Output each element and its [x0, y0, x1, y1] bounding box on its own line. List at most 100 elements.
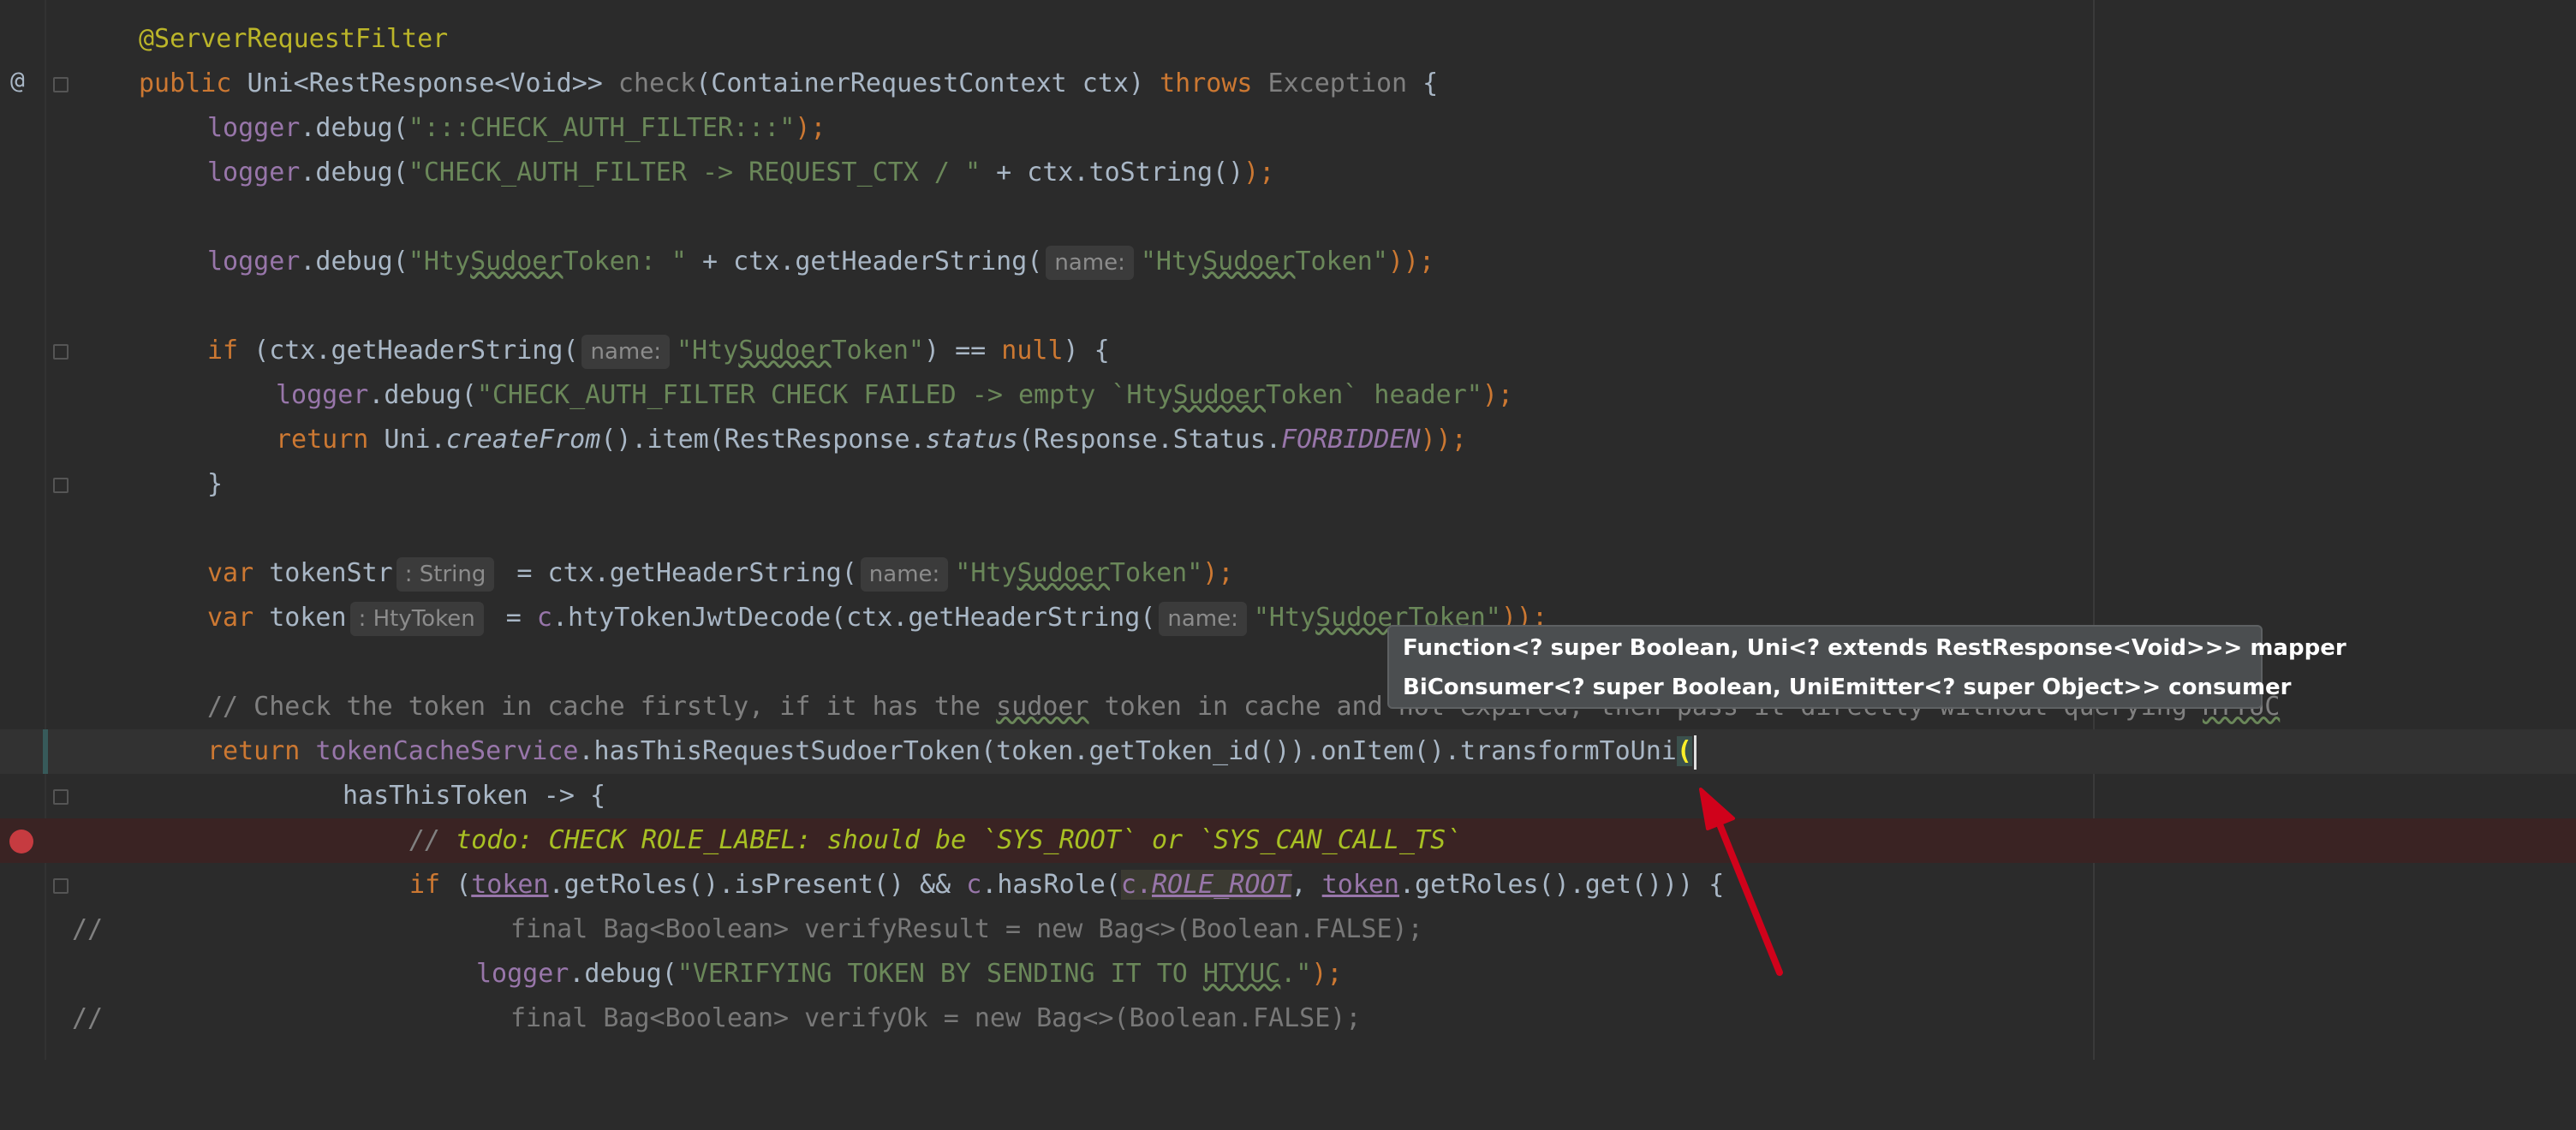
comment-slashes: //: [409, 825, 456, 855]
code-part: ) ==: [923, 336, 1002, 366]
param-hint: name:: [581, 334, 670, 369]
fold-icon[interactable]: [53, 77, 69, 92]
logger-ref: logger: [207, 158, 301, 187]
code-line-1[interactable]: @ServerRequestFilter: [0, 17, 2576, 62]
string-literal: ":::CHECK_AUTH_FILTER:::": [408, 113, 796, 143]
code-part: .htyTokenJwtDecode(ctx.getHeaderString(: [552, 603, 1156, 633]
param-signature-consumer[interactable]: BiConsumer<? super Boolean, UniEmitter<?…: [1389, 669, 2292, 705]
highlighted-ref: c.ROLE_ROOT: [1120, 870, 1291, 900]
fold-icon[interactable]: [53, 344, 69, 360]
code-part: ().item(RestResponse.: [600, 425, 926, 455]
param-hint: name:: [1046, 245, 1134, 280]
code-line-10[interactable]: return Uni.createFrom().item(RestRespons…: [0, 418, 2576, 462]
code-part: (Response.Status.: [1017, 425, 1282, 455]
method-name: check: [617, 68, 696, 98]
logger-ref: logger: [207, 247, 301, 277]
static-method: createFrom: [445, 425, 601, 455]
code-line-19-breakpoint[interactable]: // todo: CHECK ROLE_LABEL: should be `SY…: [0, 818, 2576, 863]
code-part: (: [440, 870, 472, 900]
var-name: tokenStr: [253, 558, 393, 588]
commented-code: final Bag<Boolean> verifyOk = new Bag<>(…: [510, 1003, 1362, 1033]
fold-icon[interactable]: [53, 878, 69, 894]
fold-icon[interactable]: [53, 478, 69, 493]
brace: {: [1422, 68, 1439, 98]
code-part: ) {: [1063, 336, 1110, 366]
method-params: (ContainerRequestContext ctx): [695, 68, 1145, 98]
param-hint: name:: [860, 556, 949, 592]
token-ref: token: [471, 870, 549, 900]
code-line-3[interactable]: logger.debug(":::CHECK_AUTH_FILTER:::");: [0, 106, 2576, 151]
commented-code: final Bag<Boolean> verifyResult = new Ba…: [510, 914, 1423, 944]
code-part: ,: [1291, 870, 1322, 900]
lambda: hasThisToken -> {: [343, 781, 606, 811]
string-literal: "HtySudoerToken: ": [408, 247, 687, 277]
token-ref: token: [1321, 870, 1399, 900]
field-ref: c: [536, 603, 552, 633]
kw-if: if: [207, 336, 239, 366]
text-caret: [1693, 734, 1696, 770]
breakpoint-icon[interactable]: [9, 830, 33, 853]
param-hint: name:: [1159, 601, 1247, 636]
code-part: (ctx.getHeaderString(: [238, 336, 579, 366]
end: );: [1482, 380, 1513, 410]
kw-var: var: [207, 558, 254, 588]
field-ref: c: [966, 870, 982, 900]
end: );: [1311, 959, 1343, 989]
change-marker: [43, 729, 48, 774]
line-comment-slashes: //: [72, 1003, 104, 1033]
call: .debug(: [300, 158, 408, 187]
code-part: .hasThisRequestSudoerToken(token.getToke…: [578, 736, 1677, 766]
logger-ref: logger: [276, 380, 369, 410]
logger-ref: logger: [476, 959, 569, 989]
call: .debug(: [569, 959, 677, 989]
kw-throws: throws: [1160, 68, 1253, 98]
code-line-2[interactable]: public Uni<RestResponse<Void>> check(Con…: [0, 62, 2576, 106]
code-line-9[interactable]: logger.debug("CHECK_AUTH_FILTER CHECK FA…: [0, 373, 2576, 418]
code-line-17-current[interactable]: return tokenCacheService.hasThisRequestS…: [0, 729, 2576, 774]
code-part: =: [490, 603, 537, 633]
code-line-13[interactable]: var tokenStr: String = ctx.getHeaderStri…: [0, 551, 2576, 596]
end: );: [1202, 558, 1234, 588]
static-method: status: [925, 425, 1018, 455]
type-hint: : String: [396, 556, 495, 592]
kw-return: return: [276, 425, 369, 455]
string-literal: "HtySudoerToken": [676, 336, 924, 366]
code-part: = ctx.getHeaderString(: [501, 558, 857, 588]
string-literal: "CHECK_AUTH_FILTER CHECK FAILED -> empty…: [476, 380, 1482, 410]
kw-if: if: [409, 870, 441, 900]
fold-icon[interactable]: [53, 789, 69, 805]
var-name: token: [253, 603, 347, 633]
rest: + ctx.toString(): [981, 158, 1244, 187]
override-marker-icon[interactable]: @: [10, 68, 25, 92]
code-line-22[interactable]: logger.debug("VERIFYING TOKEN BY SENDING…: [0, 952, 2576, 996]
code-part: .hasRole(: [981, 870, 1121, 900]
end: );: [1243, 158, 1275, 187]
line-comment-slashes: //: [72, 914, 104, 944]
code-line-18[interactable]: hasThisToken -> {: [0, 774, 2576, 818]
annotation: @ServerRequestFilter: [139, 24, 449, 54]
code-part: .getRoles().get())) {: [1398, 870, 1725, 900]
brace: }: [207, 469, 224, 499]
code-line-20[interactable]: if (token.getRoles().isPresent() && c.ha…: [0, 863, 2576, 907]
code-line-4[interactable]: logger.debug("CHECK_AUTH_FILTER -> REQUE…: [0, 151, 2576, 195]
code-line-6[interactable]: logger.debug("HtySudoerToken: " + ctx.ge…: [0, 240, 2576, 284]
end: );: [795, 113, 826, 143]
call: .debug(: [300, 113, 408, 143]
code-part: .getRoles().isPresent() &&: [548, 870, 967, 900]
code-line-8[interactable]: if (ctx.getHeaderString(name: "HtySudoerT…: [0, 329, 2576, 373]
code-line-23[interactable]: // final Bag<Boolean> verifyOk = new Bag…: [0, 996, 2576, 1041]
code-line-21[interactable]: // final Bag<Boolean> verifyResult = new…: [0, 907, 2576, 952]
end: ));: [1420, 425, 1467, 455]
string-literal: "HtySudoerToken": [1140, 247, 1388, 277]
parameter-info-popup: Function<? super Boolean, Uni<? extends …: [1387, 625, 2346, 709]
kw-public: public: [139, 68, 232, 98]
matched-bracket: (: [1676, 736, 1692, 766]
call: .debug(: [300, 247, 408, 277]
code-line-11[interactable]: }: [0, 462, 2576, 507]
end: ));: [1387, 247, 1435, 277]
logger-ref: logger: [207, 113, 301, 143]
string-literal: "VERIFYING TOKEN BY SENDING IT TO HTYUC.…: [677, 959, 1312, 989]
field-ref: tokenCacheService: [315, 736, 579, 766]
kw-var: var: [207, 603, 254, 633]
param-signature-mapper[interactable]: Function<? super Boolean, Uni<? extends …: [1389, 630, 2346, 666]
